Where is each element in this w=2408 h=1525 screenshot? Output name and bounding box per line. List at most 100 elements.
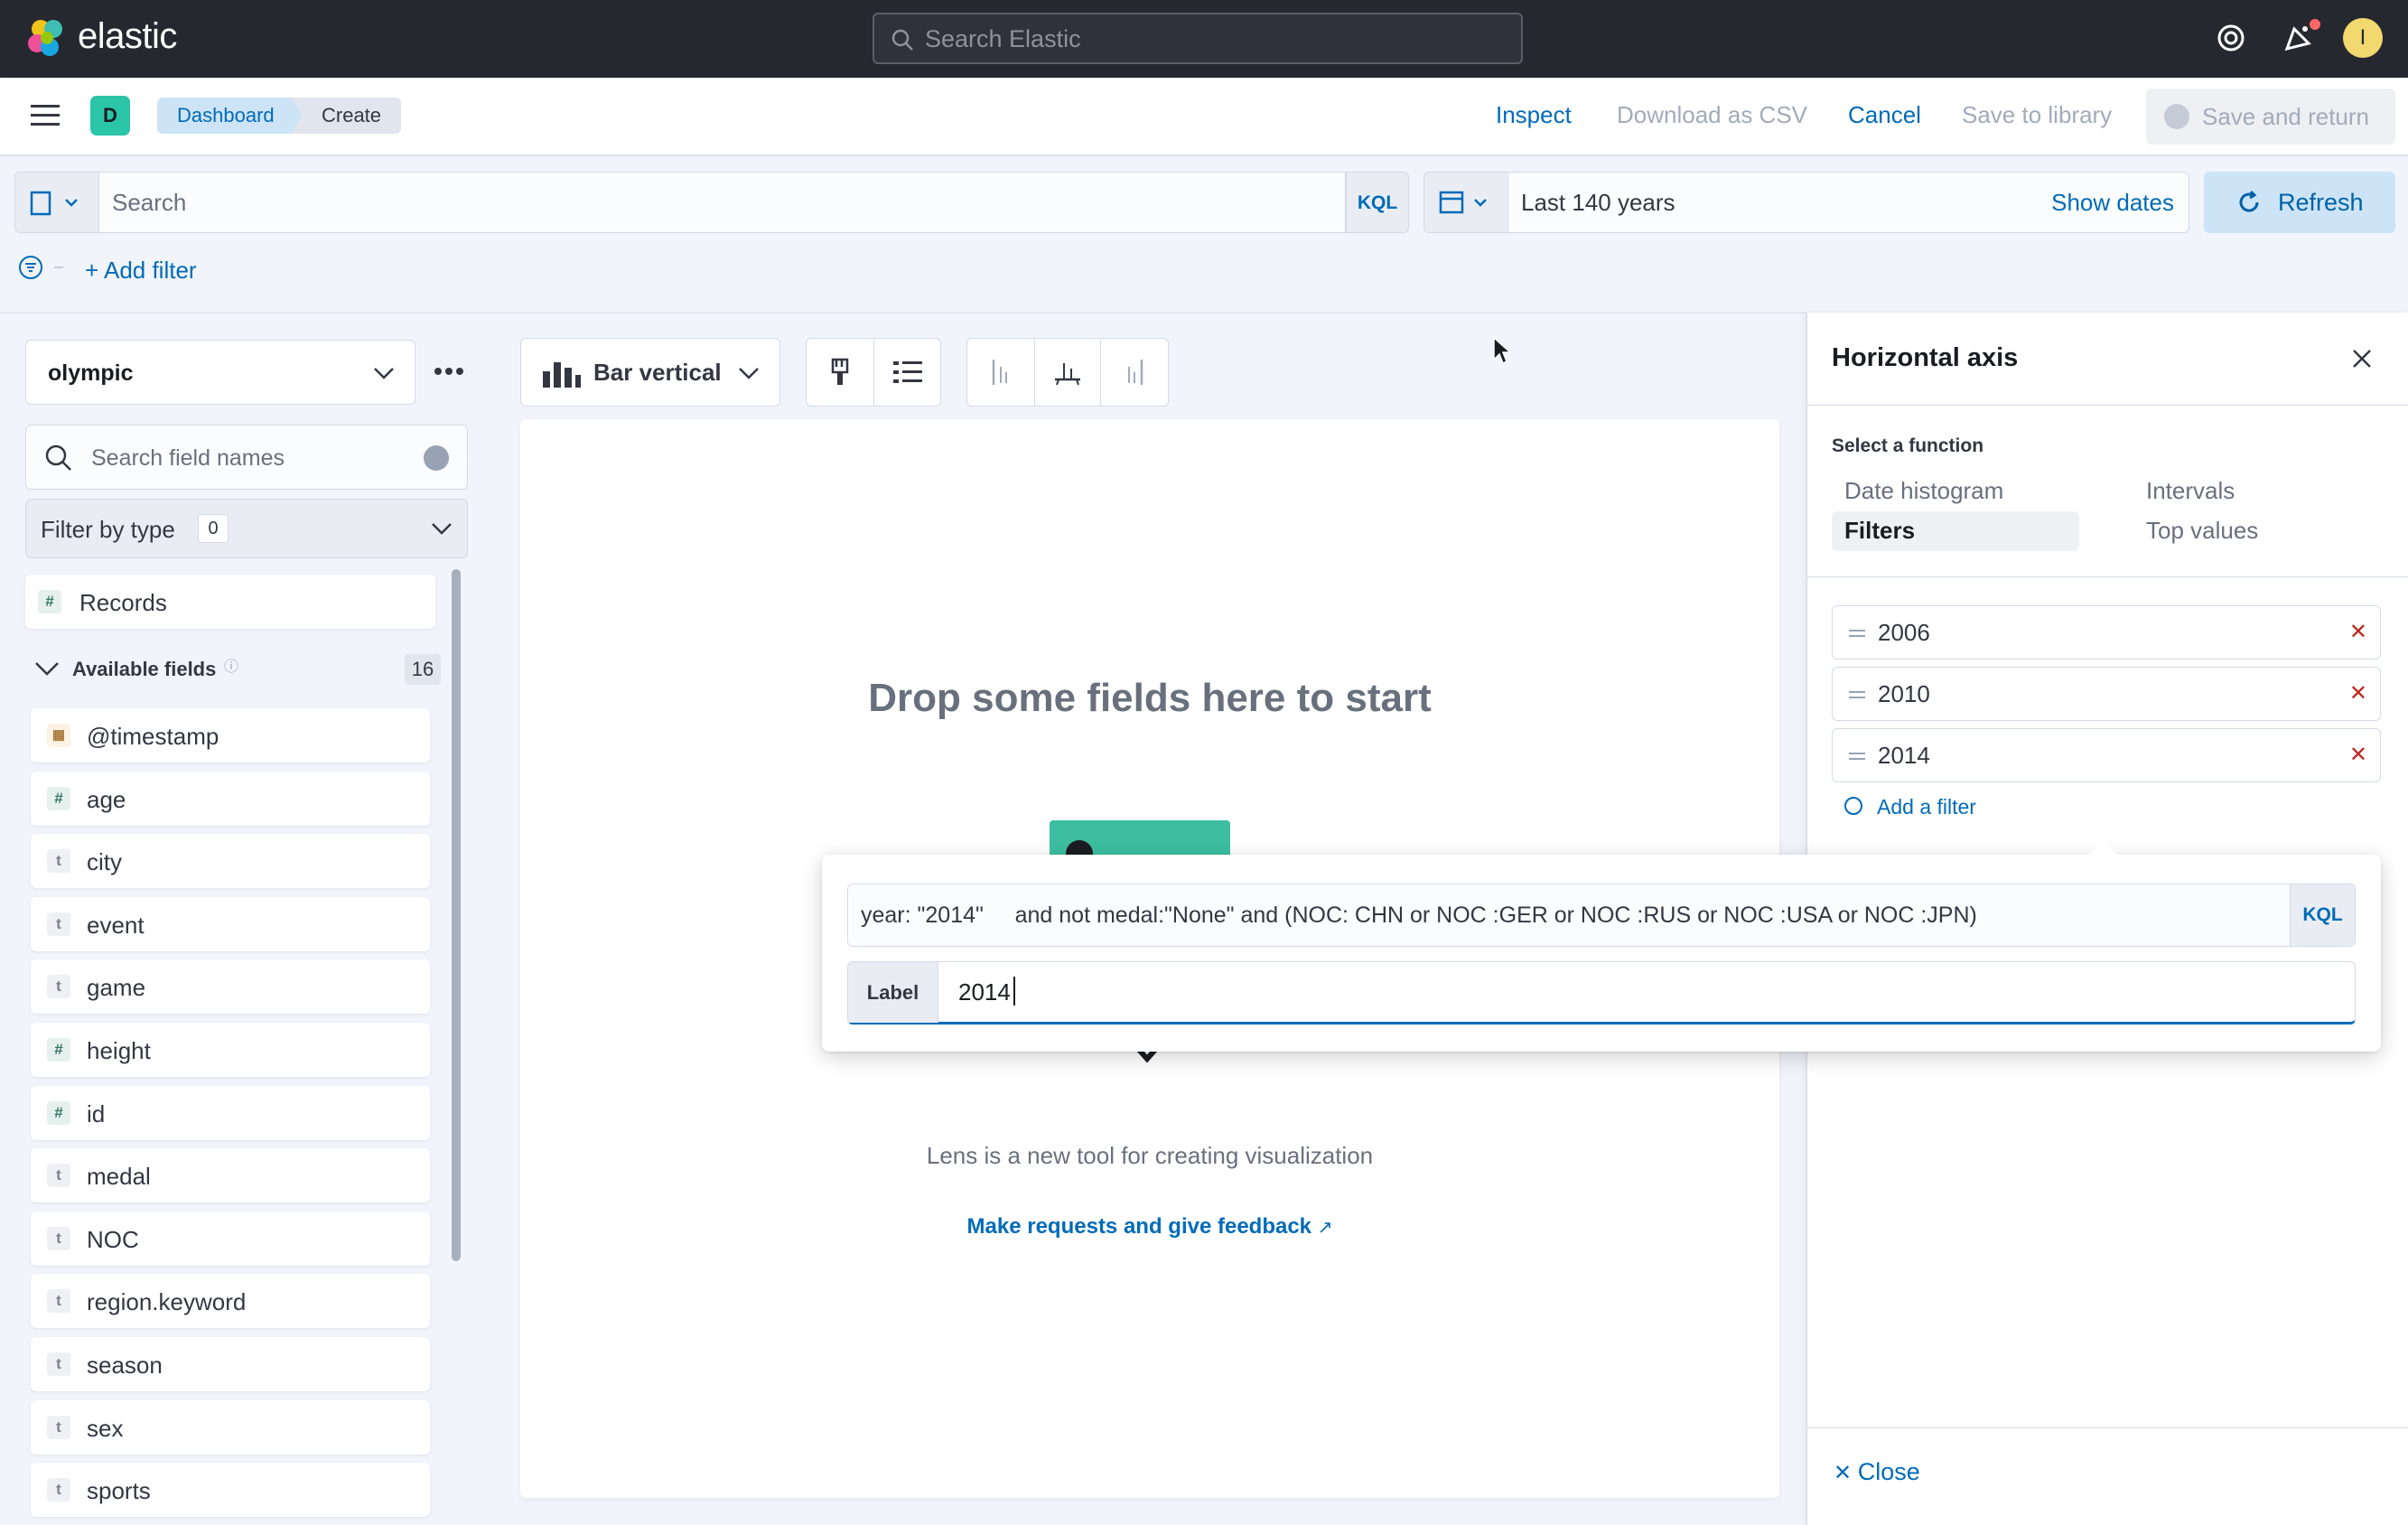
user-avatar[interactable]: I (2343, 18, 2383, 58)
filter-row[interactable]: 2010 ✕ (1832, 667, 2381, 721)
visual-options-button[interactable] (807, 339, 873, 406)
field-item[interactable]: t season (31, 1337, 430, 1391)
field-name: event (87, 912, 145, 939)
menu-icon[interactable] (31, 103, 60, 128)
field-item[interactable]: # age (31, 772, 430, 826)
elastic-logo[interactable] (25, 16, 69, 60)
lens-description: Lens is a new tool for creating visualiz… (926, 1142, 1374, 1169)
field-item[interactable]: # id (31, 1086, 430, 1140)
available-fields-count: 16 (405, 654, 441, 685)
flyout-close-button[interactable]: ✕ Close (1834, 1458, 1920, 1486)
field-name: sex (87, 1415, 124, 1442)
date-type-icon: ▦ (47, 724, 70, 747)
function-filters[interactable]: Filters (1844, 517, 1915, 545)
kql-toggle-button[interactable]: KQL (1346, 172, 1409, 233)
field-item[interactable]: t region.keyword (31, 1274, 430, 1328)
save-and-return-button[interactable]: Save and return (2146, 89, 2395, 145)
chevron-down-icon (374, 368, 394, 379)
breadcrumb-create: Create (291, 98, 402, 134)
external-link-icon: ↗ (1317, 1218, 1333, 1238)
field-item[interactable]: t medal (31, 1148, 430, 1202)
drag-handle-icon[interactable] (1849, 691, 1865, 693)
date-quick-menu-button[interactable] (1423, 172, 1508, 233)
filter-row[interactable]: 2014 ✕ (1832, 728, 2381, 782)
field-list-scrollbar[interactable] (452, 569, 461, 1261)
string-type-icon: t (47, 912, 70, 936)
cancel-button[interactable]: Cancel (1848, 101, 1921, 129)
field-item[interactable]: t event (31, 897, 430, 951)
breadcrumb-dashboard[interactable]: Dashboard (157, 98, 305, 134)
remove-filter-icon[interactable]: ✕ (2349, 680, 2367, 706)
kql-toggle-button[interactable]: KQL (2290, 884, 2355, 946)
field-name: region.keyword (87, 1288, 247, 1315)
feedback-link[interactable]: Make requests and give feedback ↗ (520, 1214, 1779, 1240)
filter-label: 2006 (1878, 619, 1930, 646)
add-filter-button[interactable]: + Add filter (85, 257, 197, 285)
filter-label: 2010 (1878, 680, 1930, 707)
field-name: game (87, 974, 146, 1001)
divider (1806, 1427, 2408, 1428)
refresh-button[interactable]: Refresh (2204, 172, 2395, 233)
clear-search-icon[interactable] (424, 445, 449, 471)
field-item[interactable]: ▦ @timestamp (31, 708, 430, 762)
function-date-histogram[interactable]: Date histogram (1844, 477, 2003, 505)
help-icon[interactable] (2215, 22, 2247, 54)
filter-options-icon[interactable] (18, 255, 67, 282)
download-csv-button[interactable]: Download as CSV (1617, 101, 1807, 129)
field-search-input[interactable]: Search field names (25, 425, 468, 490)
remove-filter-icon[interactable]: ✕ (2349, 742, 2367, 768)
save-and-return-label: Save and return (2202, 103, 2370, 130)
close-label: Close (1857, 1458, 1920, 1485)
right-axis-button[interactable] (1101, 339, 1168, 406)
notification-dot (2307, 16, 2323, 33)
left-axis-button[interactable] (967, 339, 1034, 406)
function-top-values[interactable]: Top values (2146, 517, 2258, 545)
flyout-title: Horizontal axis (1832, 343, 2019, 372)
field-item[interactable]: # height (31, 1023, 430, 1077)
filter-row[interactable]: 2006 ✕ (1832, 605, 2381, 660)
legend-options-button[interactable] (873, 339, 940, 406)
available-fields-header[interactable]: Available fields ⓘ 16 (25, 650, 441, 687)
available-fields-label: Available fields (72, 658, 217, 680)
plus-circle-icon (1844, 797, 1862, 815)
close-icon[interactable] (2352, 349, 2372, 369)
field-item[interactable]: t sports (31, 1463, 430, 1517)
drag-handle-icon[interactable] (1849, 753, 1865, 754)
drag-handle-icon[interactable] (1849, 630, 1865, 632)
refresh-icon (2239, 190, 2259, 212)
left-axis-icon (992, 360, 1007, 385)
function-intervals[interactable]: Intervals (2146, 477, 2235, 505)
toolbar-group-axes (966, 338, 1169, 407)
field-item[interactable]: t sex (31, 1400, 430, 1455)
more-options-icon[interactable] (434, 367, 464, 376)
filter-label-input[interactable]: Label 2014 (847, 961, 2356, 1024)
field-item[interactable]: t city (31, 834, 430, 888)
saved-query-button[interactable] (14, 172, 99, 233)
field-name: season (87, 1352, 163, 1379)
divider (1806, 576, 2408, 577)
space-avatar[interactable]: D (90, 96, 130, 136)
save-to-library-button[interactable]: Save to library (1962, 101, 2112, 129)
field-name: @timestamp (87, 723, 219, 750)
bottom-axis-button[interactable] (1034, 339, 1101, 406)
global-search-input[interactable]: Search Elastic (873, 13, 1523, 64)
field-item[interactable]: t NOC (31, 1212, 430, 1266)
filter-query-input[interactable]: year: "2014" and not medal:"None" and (N… (847, 884, 2356, 947)
calendar-icon (1439, 191, 1487, 214)
filter-query-value: year: "2014" and not medal:"None" and (N… (861, 903, 1977, 928)
filter-by-type-button[interactable]: Filter by type 0 (25, 499, 468, 558)
number-type-icon: # (47, 1038, 70, 1062)
info-icon[interactable]: ⓘ (224, 654, 238, 676)
date-range-picker[interactable]: Last 140 years Show dates (1508, 172, 2189, 233)
remove-filter-icon[interactable]: ✕ (2349, 619, 2367, 645)
field-search-placeholder: Search field names (91, 445, 285, 471)
field-name: sports (87, 1477, 151, 1504)
query-search-input[interactable]: Search (99, 172, 1346, 233)
chevron-down-icon (35, 662, 59, 676)
inspect-button[interactable]: Inspect (1496, 101, 1572, 129)
visualization-type-select[interactable]: Bar vertical (520, 338, 780, 407)
show-dates-link[interactable]: Show dates (2051, 189, 2174, 217)
field-item-records[interactable]: # Records (25, 575, 435, 629)
index-pattern-select[interactable]: olympic (25, 340, 415, 405)
field-item[interactable]: t game (31, 959, 430, 1014)
